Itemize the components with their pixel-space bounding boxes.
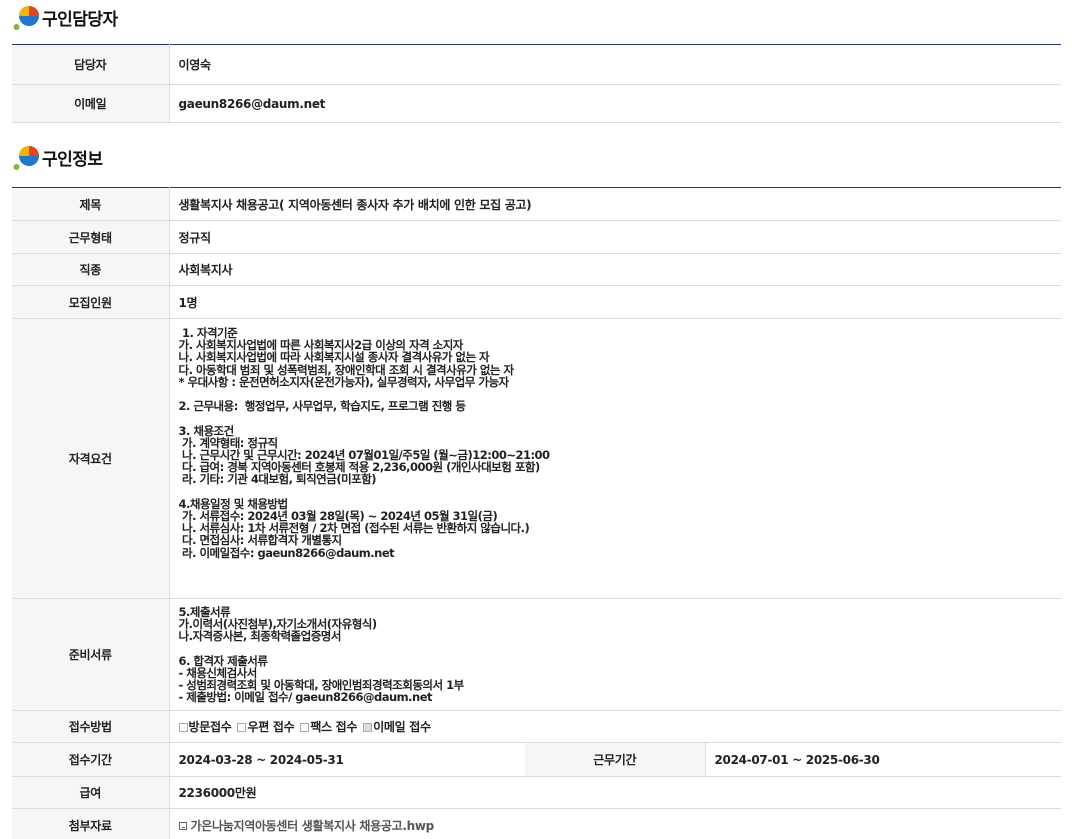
- row-label: 첨부자료: [12, 808, 170, 839]
- section-logo-icon: [12, 3, 40, 31]
- section-logo-icon: [12, 143, 40, 171]
- job-kind: 사회복지사: [169, 253, 1061, 286]
- table-row: 접수방법 방문접수 우편 접수 팩스 접수 이메일 접수: [12, 710, 1061, 743]
- section-title-text: 구인담당자: [42, 9, 118, 30]
- contact-email: gaeun8266@daum.net: [169, 84, 1061, 123]
- headcount: 1명: [169, 285, 1061, 319]
- section-title-contact: 구인담당자: [12, 2, 118, 32]
- table-row: 접수기간 2024-03-28 ~ 2024-05-31 근무기간 2024-0…: [12, 742, 1061, 777]
- checkbox-icon[interactable]: [237, 723, 247, 732]
- row-label: 이메일: [12, 84, 170, 123]
- section-title-text: 구인정보: [42, 149, 103, 170]
- table-row: 담당자 이영숙: [12, 44, 1061, 85]
- apply-option-email[interactable]: 이메일 접수: [363, 720, 431, 734]
- table-row: 이메일 gaeun8266@daum.net: [12, 84, 1061, 123]
- apply-option-fax[interactable]: 팩스 접수: [300, 720, 357, 734]
- work-type: 정규직: [169, 220, 1061, 254]
- row-label: 담당자: [12, 44, 170, 85]
- contact-name: 이영숙: [169, 44, 1061, 85]
- salary: 2236000만원: [169, 776, 1061, 809]
- row-label: 제목: [12, 187, 170, 221]
- table-row: 직종 사회복지사: [12, 253, 1061, 286]
- apply-option-mail[interactable]: 우편 접수: [237, 720, 295, 734]
- section-title-job: 구인정보: [12, 142, 103, 172]
- job-table: 제목 생활복지사 채용공고( 지역아동센터 종사자 추가 배치에 인한 모집 공…: [12, 187, 1061, 839]
- apply-period: 2024-03-28 ~ 2024-05-31: [169, 742, 525, 777]
- contact-table: 담당자 이영숙 이메일 gaeun8266@daum.net: [12, 44, 1061, 123]
- qualifications-text: 1. 자격기준 가. 사회복지사업법에 따른 사회복지사2급 이상의 자격 소지…: [169, 318, 1061, 599]
- row-label: 근무형태: [12, 220, 170, 254]
- table-row: 근무형태 정규직: [12, 220, 1061, 254]
- checkbox-checked-icon[interactable]: [363, 723, 373, 732]
- table-row: 급여 2236000만원: [12, 776, 1061, 809]
- checkbox-icon[interactable]: [178, 723, 188, 732]
- row-label: 직종: [12, 253, 170, 286]
- checkbox-icon[interactable]: [300, 723, 310, 732]
- apply-option-visit[interactable]: 방문접수: [178, 720, 232, 734]
- work-period: 2024-07-01 ~ 2025-06-30: [705, 742, 1061, 777]
- row-label: 접수방법: [12, 710, 170, 743]
- row-label: 자격요건: [12, 318, 170, 599]
- attachment-filename[interactable]: 가은나눔지역아동센터 생활복지사 채용공고.hwp: [191, 819, 435, 833]
- table-row: 자격요건 1. 자격기준 가. 사회복지사업법에 따른 사회복지사2급 이상의 …: [12, 318, 1061, 599]
- table-row: 첨부자료 가은나눔지역아동센터 생활복지사 채용공고.hwp: [12, 808, 1061, 839]
- documents-text: 5.제출서류 가.이력서(사진첨부),자기소개서(자유형식) 나.자격증사본, …: [169, 598, 1061, 711]
- file-icon: [178, 821, 187, 830]
- row-label: 준비서류: [12, 598, 170, 711]
- apply-method-options: 방문접수 우편 접수 팩스 접수 이메일 접수: [169, 710, 1061, 743]
- table-row: 준비서류 5.제출서류 가.이력서(사진첨부),자기소개서(자유형식) 나.자격…: [12, 598, 1061, 711]
- table-row: 제목 생활복지사 채용공고( 지역아동센터 종사자 추가 배치에 인한 모집 공…: [12, 187, 1061, 221]
- table-row: 모집인원 1명: [12, 285, 1061, 319]
- row-label: 접수기간: [12, 742, 170, 777]
- row-label: 근무기간: [525, 742, 706, 777]
- job-title: 생활복지사 채용공고( 지역아동센터 종사자 추가 배치에 인한 모집 공고): [169, 187, 1061, 221]
- attachment-link[interactable]: 가은나눔지역아동센터 생활복지사 채용공고.hwp: [169, 808, 1061, 839]
- row-label: 급여: [12, 776, 170, 809]
- row-label: 모집인원: [12, 285, 170, 319]
